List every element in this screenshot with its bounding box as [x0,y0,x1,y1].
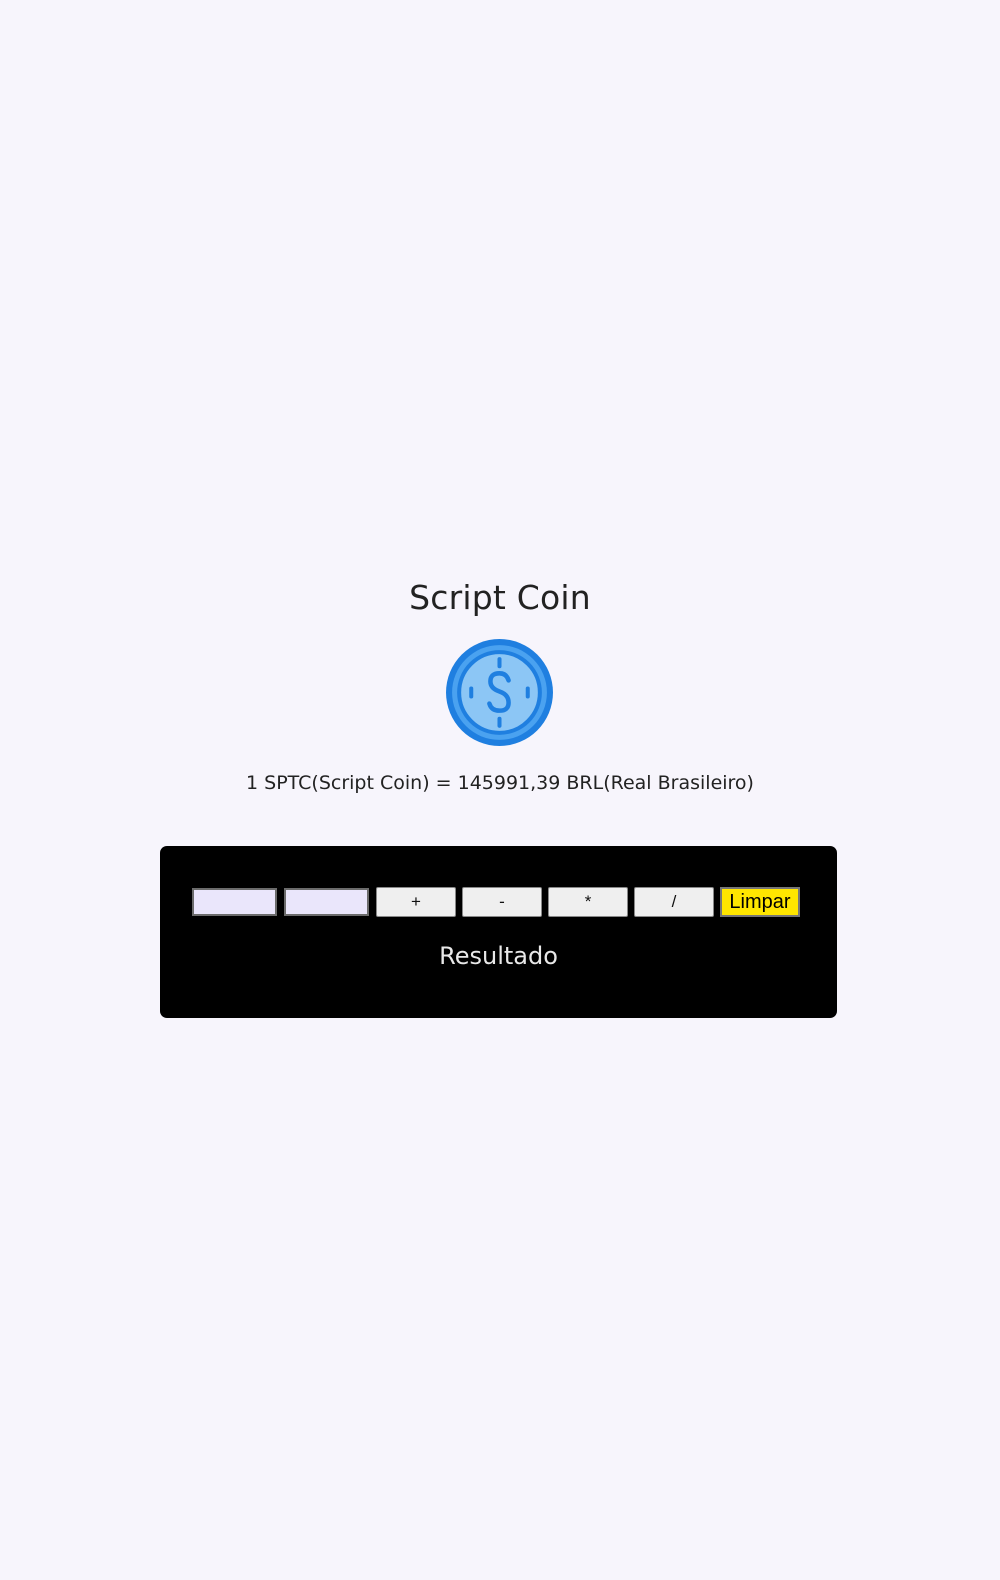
multiply-button[interactable]: * [548,887,628,917]
page-title: Script Coin [409,578,591,617]
calculator-controls: + - * / Limpar [192,887,800,917]
exchange-rate-text: 1 SPTC(Script Coin) = 145991,39 BRL(Real… [246,772,754,794]
divide-button[interactable]: / [634,887,714,917]
dollar-coin-icon [446,639,553,746]
second-number-input[interactable] [284,888,369,916]
calculator-panel: + - * / Limpar Resultado [160,846,837,1018]
add-button[interactable]: + [376,887,456,917]
result-text: Resultado [439,942,558,970]
clear-button[interactable]: Limpar [720,887,800,917]
first-number-input[interactable] [192,888,277,916]
subtract-button[interactable]: - [462,887,542,917]
